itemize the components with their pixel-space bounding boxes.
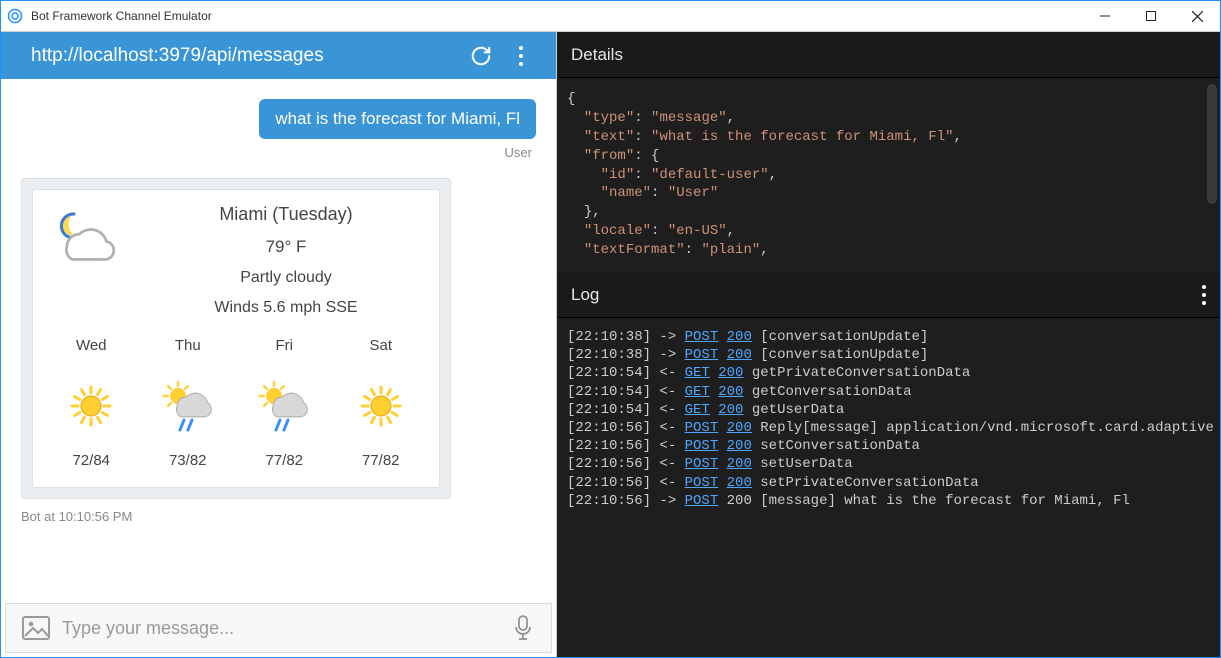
weather-condition: Partly cloudy <box>143 269 429 287</box>
log-line[interactable]: [22:10:56] <- POST 200 Reply[message] ap… <box>567 419 1210 437</box>
log-section: Log [22:10:38] -> POST 200 [conversation… <box>557 272 1220 657</box>
chat-panel: http://localhost:3979/api/messages what … <box>1 32 557 657</box>
forecast-day: Fri 77/82 <box>244 337 324 469</box>
message-input[interactable] <box>58 618 505 639</box>
details-scrollbar[interactable] <box>1207 84 1217 204</box>
forecast-day-name: Thu <box>148 337 228 354</box>
attach-image-button[interactable] <box>14 609 58 647</box>
weather-temp: 79° F <box>143 237 429 257</box>
log-line[interactable]: [22:10:38] -> POST 200 [conversationUpda… <box>567 328 1210 346</box>
forecast-range: 72/84 <box>51 452 131 469</box>
log-line[interactable]: [22:10:38] -> POST 200 [conversationUpda… <box>567 346 1210 364</box>
microphone-button[interactable] <box>505 609 541 647</box>
details-json[interactable]: { "type": "message", "text": "what is th… <box>557 78 1220 272</box>
log-line[interactable]: [22:10:54] <- GET 200 getPrivateConversa… <box>567 364 1210 382</box>
weather-location: Miami (Tuesday) <box>143 204 429 225</box>
forecast-icon <box>148 378 228 434</box>
adaptive-card[interactable]: Miami (Tuesday) 79° F Partly cloudy Wind… <box>21 178 451 499</box>
forecast-range: 73/82 <box>148 452 228 469</box>
bot-timestamp: Bot at 10:10:56 PM <box>21 509 548 524</box>
titlebar: Bot Framework Channel Emulator <box>1 1 1220 32</box>
log-header: Log <box>557 272 1220 318</box>
log-line[interactable]: [22:10:54] <- GET 200 getUserData <box>567 401 1210 419</box>
window-title: Bot Framework Channel Emulator <box>31 9 1082 23</box>
log-line[interactable]: [22:10:54] <- GET 200 getConversationDat… <box>567 383 1210 401</box>
forecast-icon <box>341 378 421 434</box>
details-header: Details <box>557 32 1220 78</box>
log-line[interactable]: [22:10:56] <- POST 200 setUserData <box>567 455 1210 473</box>
log-title: Log <box>571 285 599 305</box>
more-menu-button[interactable] <box>504 39 538 73</box>
forecast-day-name: Fri <box>244 337 324 354</box>
refresh-button[interactable] <box>464 39 498 73</box>
log-line[interactable]: [22:10:56] -> POST 200 [message] what is… <box>567 492 1210 510</box>
close-button[interactable] <box>1174 1 1220 32</box>
forecast-icon <box>51 378 131 434</box>
details-title: Details <box>571 45 623 65</box>
forecast-range: 77/82 <box>341 452 421 469</box>
forecast-day-name: Sat <box>341 337 421 354</box>
user-message-bubble: what is the forecast for Miami, Fl <box>259 99 536 139</box>
log-line[interactable]: [22:10:56] <- POST 200 setPrivateConvers… <box>567 474 1210 492</box>
forecast-icon <box>244 378 324 434</box>
address-bar: http://localhost:3979/api/messages <box>1 32 556 79</box>
forecast-range: 77/82 <box>244 452 324 469</box>
forecast-day: Sat 77/82 <box>341 337 421 469</box>
weather-main-icon <box>43 204 143 317</box>
forecast-day: Thu 73/82 <box>148 337 228 469</box>
inspector-panel: Details { "type": "message", "text": "wh… <box>557 32 1220 657</box>
log-line[interactable]: [22:10:56] <- POST 200 setConversationDa… <box>567 437 1210 455</box>
chat-scroll[interactable]: what is the forecast for Miami, Fl User <box>1 79 556 599</box>
user-sender-label: User <box>505 145 536 160</box>
log-menu-button[interactable] <box>1202 285 1206 305</box>
endpoint-url[interactable]: http://localhost:3979/api/messages <box>31 45 458 67</box>
forecast-day: Wed 72/84 <box>51 337 131 469</box>
forecast-day-name: Wed <box>51 337 131 354</box>
user-message-row[interactable]: what is the forecast for Miami, Fl User <box>21 99 548 160</box>
details-section: Details { "type": "message", "text": "wh… <box>557 32 1220 272</box>
maximize-button[interactable] <box>1128 1 1174 32</box>
minimize-button[interactable] <box>1082 1 1128 32</box>
weather-wind: Winds 5.6 mph SSE <box>143 299 429 317</box>
app-icon <box>7 8 23 24</box>
compose-bar <box>5 603 552 653</box>
log-body[interactable]: [22:10:38] -> POST 200 [conversationUpda… <box>557 318 1220 657</box>
